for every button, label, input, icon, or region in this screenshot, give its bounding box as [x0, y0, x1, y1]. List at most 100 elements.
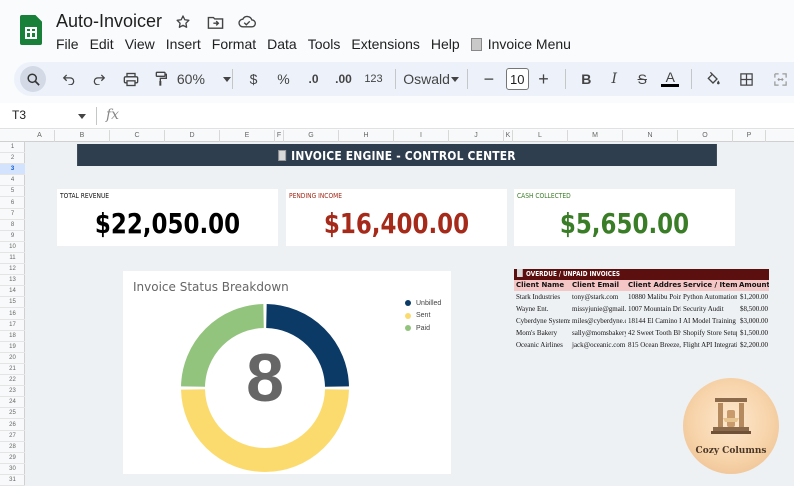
row-header-14[interactable]: 14: [0, 286, 25, 298]
donut-chart: 8: [181, 304, 349, 472]
strikethrough-button[interactable]: S: [629, 66, 655, 92]
print-icon[interactable]: [118, 66, 144, 92]
currency-format-button[interactable]: $: [241, 66, 267, 92]
table-cell: Wayne Ent.: [516, 305, 549, 313]
decrease-decimal-button[interactable]: .0: [301, 66, 327, 92]
column-header-g[interactable]: G: [284, 130, 339, 142]
bold-button[interactable]: B: [573, 66, 599, 92]
menu-insert[interactable]: Insert: [166, 36, 208, 52]
document-title[interactable]: Auto-Invoicer: [56, 11, 162, 32]
column-header-l[interactable]: L: [513, 130, 568, 142]
decrease-font-size-button[interactable]: −: [476, 66, 502, 92]
row-header-26[interactable]: 26: [0, 420, 25, 431]
row-header-7[interactable]: 7: [0, 209, 25, 220]
table-row[interactable]: Wayne Ent. missyjunie@gmail.c 1007 Mountai…: [514, 303, 769, 315]
borders-icon[interactable]: [734, 66, 760, 92]
column-header-m[interactable]: M: [568, 130, 623, 142]
row-header-9[interactable]: 9: [0, 231, 25, 242]
column-header-p[interactable]: P: [733, 130, 766, 142]
column-header-f[interactable]: F: [275, 130, 284, 142]
menu-help[interactable]: Help: [431, 36, 467, 52]
percent-format-button[interactable]: %: [271, 66, 297, 92]
row-header-27[interactable]: 27: [0, 431, 25, 442]
menu-extensions[interactable]: Extensions: [351, 36, 426, 52]
row-header-12[interactable]: 12: [0, 264, 25, 276]
move-to-folder-icon[interactable]: [204, 13, 226, 31]
table-row[interactable]: Cyberdyne Systems miles@cyberdyne.co 18144…: [514, 315, 769, 327]
row-header-28[interactable]: 28: [0, 442, 25, 453]
chevron-down-icon[interactable]: [78, 114, 86, 119]
row-header-20[interactable]: 20: [0, 353, 25, 364]
increase-decimal-button[interactable]: .00: [331, 66, 357, 92]
invoice-status-chart[interactable]: Invoice Status Breakdown 8 Unbilled Sent P…: [123, 271, 451, 474]
menu-format[interactable]: Format: [212, 36, 263, 52]
zoom-select[interactable]: 60%: [177, 66, 231, 92]
table-row[interactable]: Oceanic Airlines jack@oceanic.com 815 Ocea…: [514, 339, 769, 351]
row-header-5[interactable]: 5: [0, 186, 25, 198]
row-header-3[interactable]: 3: [0, 164, 25, 176]
legend-item-sent[interactable]: Sent: [405, 310, 441, 323]
column-header-a[interactable]: A: [25, 130, 55, 142]
undo-icon[interactable]: [56, 66, 82, 92]
cloud-status-icon[interactable]: [236, 13, 258, 31]
column-header-j[interactable]: J: [449, 130, 504, 142]
paint-format-icon[interactable]: [148, 66, 174, 92]
legend-item-paid[interactable]: Paid: [405, 322, 441, 335]
row-header-6[interactable]: 6: [0, 198, 25, 209]
row-header-30[interactable]: 30: [0, 464, 25, 475]
legend-item-unbilled[interactable]: Unbilled: [405, 297, 441, 310]
menu-invoice[interactable]: Invoice Menu: [470, 36, 578, 52]
text-color-button[interactable]: A: [657, 66, 683, 92]
star-icon[interactable]: [172, 13, 194, 31]
table-row[interactable]: Mom's Bakery sally@momsbakery. 42 Sweet To…: [514, 327, 769, 339]
name-box[interactable]: T3: [12, 108, 26, 122]
column-header-d[interactable]: D: [165, 130, 220, 142]
merge-cells-icon[interactable]: [768, 66, 794, 92]
fill-color-icon[interactable]: [700, 66, 726, 92]
column-header-b[interactable]: B: [55, 130, 110, 142]
row-header-29[interactable]: 29: [0, 453, 25, 464]
row-header-19[interactable]: 19: [0, 342, 25, 353]
row-header-21[interactable]: 21: [0, 364, 25, 375]
menu-file[interactable]: File: [56, 36, 86, 52]
column-header-h[interactable]: H: [339, 130, 394, 142]
italic-button[interactable]: I: [601, 66, 627, 92]
sheets-logo-icon[interactable]: [20, 15, 42, 45]
menu-view[interactable]: View: [125, 36, 162, 52]
row-header-22[interactable]: 22: [0, 375, 25, 387]
font-select[interactable]: Oswald: [403, 66, 460, 92]
row-header-15[interactable]: 15: [0, 297, 25, 309]
column-header-i[interactable]: I: [394, 130, 449, 142]
row-header-16[interactable]: 16: [0, 309, 25, 320]
table-row[interactable]: Stark Industries tony@stark.com 10880 Mali…: [514, 291, 769, 303]
row-header-1[interactable]: 1: [0, 142, 25, 153]
column-header-k[interactable]: K: [504, 130, 513, 142]
redo-icon[interactable]: [86, 66, 112, 92]
table-cell: 815 Ocean Breeze, S: [628, 341, 681, 349]
row-header-25[interactable]: 25: [0, 408, 25, 420]
sheet-grid[interactable]: INVOICE ENGINE - CONTROL CENTER TOTAL RE…: [25, 142, 794, 486]
row-header-17[interactable]: 17: [0, 320, 25, 331]
row-header-2[interactable]: 2: [0, 153, 25, 165]
row-header-23[interactable]: 23: [0, 386, 25, 398]
row-header-10[interactable]: 10: [0, 242, 25, 253]
column-header-c[interactable]: C: [110, 130, 165, 142]
menu-edit[interactable]: Edit: [90, 36, 121, 52]
increase-font-size-button[interactable]: +: [531, 66, 557, 92]
row-header-18[interactable]: 18: [0, 331, 25, 342]
search-icon[interactable]: [20, 66, 46, 92]
row-header-31[interactable]: 31: [0, 475, 25, 486]
row-header-13[interactable]: 13: [0, 275, 25, 287]
row-header-11[interactable]: 11: [0, 253, 25, 264]
font-size-input[interactable]: 10: [505, 68, 529, 90]
row-header-4[interactable]: 4: [0, 175, 25, 187]
row-header-8[interactable]: 8: [0, 220, 25, 231]
column-header: Client Email: [572, 281, 620, 289]
column-header-n[interactable]: N: [623, 130, 678, 142]
more-formats-button[interactable]: 123: [361, 66, 387, 92]
menu-tools[interactable]: Tools: [308, 36, 348, 52]
row-header-24[interactable]: 24: [0, 397, 25, 409]
menu-data[interactable]: Data: [267, 36, 304, 52]
column-header-e[interactable]: E: [220, 130, 275, 142]
column-header-o[interactable]: O: [678, 130, 733, 142]
